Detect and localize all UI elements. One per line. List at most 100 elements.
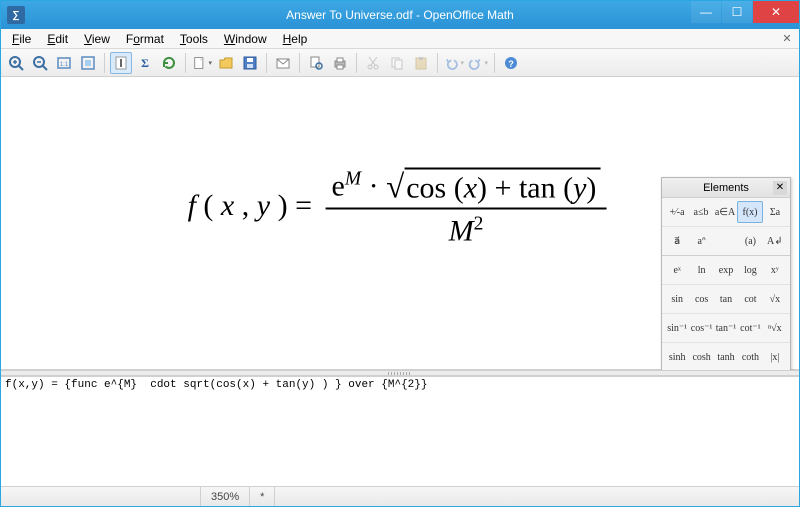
paste-button[interactable] — [410, 52, 432, 74]
status-zoom[interactable]: 350% — [201, 487, 250, 506]
upper-pane: f ( x , y ) = eM · √ c — [1, 77, 799, 370]
formula-comma: , — [242, 189, 250, 222]
undo-button[interactable] — [443, 52, 465, 74]
cat-operators[interactable]: Σa — [763, 201, 787, 223]
fn-xy[interactable]: xʸ — [763, 259, 787, 281]
cat-unary[interactable]: +⁄-a — [665, 201, 689, 223]
refresh-button[interactable] — [158, 52, 180, 74]
cat-functions[interactable]: f(x) — [737, 201, 763, 223]
workarea: f ( x , y ) = eM · √ c — [1, 77, 799, 486]
cat-formats[interactable]: A↲ — [763, 230, 787, 252]
svg-text:1:1: 1:1 — [60, 62, 69, 68]
status-cell-blank — [1, 487, 201, 506]
elements-panel-close-icon[interactable]: ✕ — [773, 181, 787, 195]
menu-format[interactable]: Format — [119, 30, 171, 48]
elements-panel[interactable]: Elements ✕ +⁄-a a≤b a∈A f(x) Σa a⃗ aᐢ (a… — [661, 177, 791, 372]
email-doc-button[interactable] — [272, 52, 294, 74]
fn-abs[interactable]: |x| — [763, 346, 787, 368]
fn-sqrt[interactable]: √x — [763, 288, 787, 310]
elements-panel-header[interactable]: Elements ✕ — [662, 178, 790, 198]
fn-acos[interactable]: cos⁻¹ — [689, 317, 713, 339]
fn-tanh[interactable]: tanh — [714, 346, 738, 368]
app-window: ∑ Answer To Universe.odf - OpenOffice Ma… — [0, 0, 800, 507]
code-editor[interactable] — [1, 377, 799, 486]
formula-tan-rp: ) — [586, 172, 596, 205]
fn-ex[interactable]: eˣ — [665, 259, 689, 281]
fn-ln[interactable]: ln — [689, 259, 713, 281]
formula-fraction: eM · √ cos (x) + tan (y) — [325, 168, 606, 249]
menu-file[interactable]: File — [5, 30, 38, 48]
fn-log[interactable]: log — [738, 259, 762, 281]
window-title: Answer To Universe.odf - OpenOffice Math — [1, 8, 799, 22]
new-doc-button[interactable] — [191, 52, 213, 74]
menu-view[interactable]: View — [77, 30, 117, 48]
save-button[interactable] — [239, 52, 261, 74]
menu-help[interactable]: Help — [276, 30, 315, 48]
fn-cosh[interactable]: cosh — [689, 346, 713, 368]
formula-cos-lp: ( — [454, 172, 464, 205]
cat-brackets[interactable]: (a) — [738, 230, 762, 252]
help-button[interactable]: ? — [500, 52, 522, 74]
print-button[interactable] — [329, 52, 351, 74]
formula-plus: + — [495, 172, 512, 205]
formula-tan-y: y — [573, 172, 586, 205]
copy-button[interactable] — [386, 52, 408, 74]
fn-asin[interactable]: sin⁻¹ — [665, 317, 689, 339]
cat-attributes[interactable]: a⃗ — [665, 230, 689, 252]
fn-cot[interactable]: cot — [738, 288, 762, 310]
cat-empty — [714, 230, 738, 252]
formula-f: f — [188, 189, 196, 222]
toolbar: 1:1 Σ ? — [1, 49, 799, 77]
close-button[interactable]: ✕ — [753, 1, 799, 23]
fn-atan[interactable]: tan⁻¹ — [714, 317, 738, 339]
elements-categories-1: +⁄-a a≤b a∈A f(x) Σa — [662, 198, 790, 227]
doc-close-icon[interactable]: ✕ — [779, 31, 795, 47]
fn-cos[interactable]: cos — [689, 288, 713, 310]
menu-edit[interactable]: Edit — [40, 30, 75, 48]
zoom-out-button[interactable] — [29, 52, 51, 74]
maximize-button[interactable]: ☐ — [722, 1, 752, 23]
formula-sqrt-body: cos (x) + tan (y) — [404, 168, 600, 206]
formula-cos: cos — [406, 172, 446, 205]
pane-splitter[interactable] — [1, 370, 799, 376]
zoom-100-button[interactable]: 1:1 — [53, 52, 75, 74]
formula-cdot: · — [369, 170, 379, 203]
fn-tan[interactable]: tan — [714, 288, 738, 310]
menu-tools[interactable]: Tools — [173, 30, 215, 48]
window-controls: — ☐ ✕ — [690, 1, 799, 23]
cat-relations[interactable]: a≤b — [689, 201, 713, 223]
titlebar[interactable]: ∑ Answer To Universe.odf - OpenOffice Ma… — [1, 1, 799, 29]
svg-text:Σ: Σ — [141, 56, 149, 70]
menu-window[interactable]: Window — [217, 30, 274, 48]
open-button[interactable] — [215, 52, 237, 74]
fn-exp[interactable]: exp — [714, 259, 738, 281]
elements-button[interactable]: Σ — [134, 52, 156, 74]
elements-fns-2: sin cos tan cot √x — [662, 285, 790, 314]
fn-acot[interactable]: cot⁻¹ — [738, 317, 762, 339]
minimize-button[interactable]: — — [691, 1, 721, 23]
statusbar: 350% * — [1, 486, 799, 506]
svg-text:?: ? — [508, 59, 514, 69]
zoom-in-button[interactable] — [5, 52, 27, 74]
formula-eq: = — [295, 189, 312, 222]
zoom-fit-button[interactable] — [77, 52, 99, 74]
fn-sinh[interactable]: sinh — [665, 346, 689, 368]
formula-M-exp: 2 — [474, 214, 484, 235]
formula-cos-x: x — [464, 172, 477, 205]
formula-y: y — [257, 189, 270, 222]
fn-sin[interactable]: sin — [665, 288, 689, 310]
formula-tan-lp: ( — [563, 172, 573, 205]
formula-cos-rp: ) — [477, 172, 487, 205]
elements-panel-title: Elements — [703, 182, 749, 194]
formula-tan: tan — [519, 172, 556, 205]
elements-fns-3: sin⁻¹ cos⁻¹ tan⁻¹ cot⁻¹ ⁿ√x — [662, 314, 790, 343]
fn-coth[interactable]: coth — [738, 346, 762, 368]
cat-set[interactable]: a∈A — [713, 201, 737, 223]
cat-others[interactable]: aᐢ — [689, 230, 713, 252]
print-preview-button[interactable] — [305, 52, 327, 74]
formula-cursor-button[interactable] — [110, 52, 132, 74]
fn-nroot[interactable]: ⁿ√x — [763, 317, 787, 339]
redo-button[interactable] — [467, 52, 489, 74]
cut-button[interactable] — [362, 52, 384, 74]
radical-icon: √ — [386, 170, 404, 208]
